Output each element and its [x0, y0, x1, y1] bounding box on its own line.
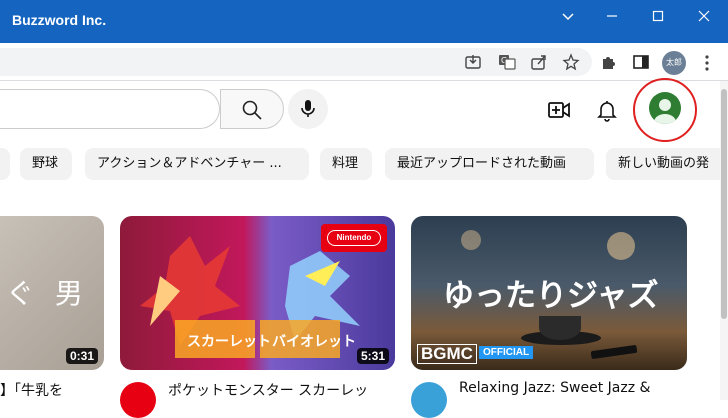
- close-icon[interactable]: [692, 6, 716, 26]
- account-avatar[interactable]: [649, 92, 681, 124]
- translate-icon[interactable]: G: [498, 53, 516, 71]
- chip-recently-uploaded[interactable]: 最近アップロードされた動画: [385, 148, 594, 180]
- person-icon: [654, 99, 676, 124]
- filter-chips-bar: 野球 アクション＆アドベンチャー ... 料理 最近アップロードされた動画 新し…: [0, 148, 728, 182]
- video-thumbnail[interactable]: ぐ 男 0:31: [0, 216, 104, 370]
- install-app-icon[interactable]: [464, 53, 482, 71]
- search-icon: [242, 100, 262, 120]
- minimize-icon[interactable]: [600, 6, 624, 26]
- scrollbar-track[interactable]: [720, 81, 728, 400]
- bgmc-logo: BGMC: [417, 344, 477, 364]
- chip-action-adventure[interactable]: アクション＆アドベンチャー ...: [85, 148, 309, 180]
- maximize-icon[interactable]: [646, 6, 670, 26]
- share-icon[interactable]: [530, 53, 548, 71]
- thumbnail-text: ゆったりジャズ: [443, 278, 659, 314]
- chip-baseball[interactable]: 野球: [20, 148, 72, 180]
- youtube-header: [0, 81, 728, 139]
- search-input[interactable]: [0, 89, 220, 129]
- video-title[interactable]: ポケットモンスター スカーレッ: [168, 380, 368, 400]
- profile-avatar[interactable]: 太郎: [662, 51, 686, 75]
- svg-text:スカーレット: スカーレット: [187, 334, 271, 350]
- microphone-icon: [301, 100, 315, 117]
- notifications-bell-icon[interactable]: [594, 97, 620, 123]
- create-video-icon[interactable]: [546, 97, 572, 123]
- duration-badge: 5:31: [356, 348, 389, 364]
- voice-search-button[interactable]: [288, 89, 328, 129]
- video-thumbnail[interactable]: スカーレット バイオレット Nintendo 5:31: [120, 216, 395, 370]
- chip-new-to-you[interactable]: 新しい動画の発: [606, 148, 728, 180]
- nintendo-logo: Nintendo: [321, 224, 387, 252]
- thumbnail-text: ぐ 男: [6, 277, 89, 310]
- extensions-icon[interactable]: [600, 53, 618, 71]
- browser-toolbar: G 太郎: [0, 43, 728, 81]
- side-panel-icon[interactable]: [632, 53, 650, 71]
- chip-cooking[interactable]: 料理: [320, 148, 372, 180]
- video-thumbnail[interactable]: ゆったりジャズ BGMC OFFICIAL: [411, 216, 687, 370]
- channel-avatar[interactable]: [411, 382, 447, 418]
- bookmark-star-icon[interactable]: [562, 53, 580, 71]
- svg-text:バイオレット: バイオレット: [272, 334, 356, 350]
- search-button[interactable]: [220, 89, 284, 129]
- more-menu-icon[interactable]: [700, 53, 714, 73]
- chip-partial[interactable]: [0, 148, 10, 180]
- duration-badge: 0:31: [65, 348, 98, 364]
- window-titlebar: Buzzword Inc.: [0, 0, 728, 43]
- channel-avatar[interactable]: [120, 382, 156, 418]
- video-title[interactable]: 】「牛乳を: [0, 380, 63, 400]
- official-badge: OFFICIAL: [479, 346, 534, 359]
- collapse-chevron-icon[interactable]: [556, 6, 580, 26]
- video-title[interactable]: Relaxing Jazz: Sweet Jazz &: [459, 380, 650, 396]
- scrollbar-thumb[interactable]: [721, 89, 727, 319]
- nintendo-logo-text: Nintendo: [327, 230, 381, 246]
- window-title: Buzzword Inc.: [12, 12, 107, 28]
